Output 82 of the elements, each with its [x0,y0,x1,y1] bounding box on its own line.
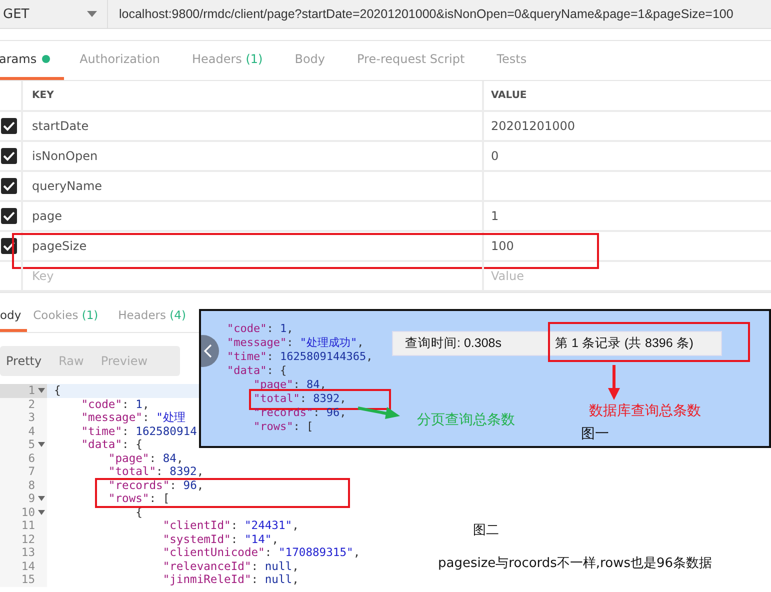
line-number: 13 [21,546,35,560]
annotation-text: 数据库查询总条数 [589,402,701,420]
code-line: "clientId": "24431", [162,519,299,532]
line-number: 6 [28,452,35,465]
url-field[interactable]: localhost:9800/rmdc/client/page?startDate=20201201000&isNonOpen=0&queryName&page=1&pageSize=100 [108,0,771,28]
code-line: "clientUnicode": "170889315", [162,546,360,560]
checkbox[interactable] [1,148,17,164]
param-key: pageSize [23,232,484,260]
code-line: "message": "处理 [80,411,185,424]
view-mode-button[interactable]: Raw [52,346,95,376]
code-line: "jinmiReleId": null, [162,573,299,586]
line-number: 10 [21,506,35,519]
tab[interactable]: Authorization [64,41,176,80]
code-line: "time": 1625809144365, [227,350,373,364]
status-text: 查询时间: 0.308s [405,335,502,352]
line-number: 4 [28,424,35,438]
code-line: "total": 8392, [227,392,373,406]
checkbox[interactable] [1,178,17,194]
line-number: 12 [21,532,35,546]
code-line: { [53,384,61,398]
code-line: "data": { [80,438,142,452]
fold-icon[interactable] [38,442,44,448]
tab[interactable]: Body [278,41,342,80]
code-line: "page": 84, [107,452,184,465]
method-dropdown[interactable]: GET [0,0,108,28]
key-input[interactable]: Key [23,262,484,290]
code-line: "time": 162580914 [80,424,197,438]
param-key: queryName [23,172,484,200]
param-value: 100 [490,238,515,255]
code-line: "rows": [ [252,420,314,434]
code-line: "records": 96, [252,406,348,420]
tab[interactable]: Cookies (1) [27,301,104,332]
value-input[interactable]: Value [484,262,771,290]
view-mode-button[interactable]: Pretty [0,346,53,376]
figure-caption: 图二 [473,522,499,539]
tab[interactable]: Headers (4) [112,301,192,332]
line-number: 8 [28,478,35,492]
view-mode-button[interactable]: Preview [94,346,159,376]
tab[interactable]: Tests [480,41,543,80]
line-number: 7 [28,465,35,478]
param-key: page [23,202,484,230]
fold-icon[interactable] [38,388,44,394]
code-line: "data": { [227,364,288,378]
arrow-icon [357,404,401,420]
tab[interactable]: Pre-request Script [341,41,481,80]
code-line: "total": 8392, [107,465,204,478]
line-number: 3 [28,411,35,424]
code-line: "rows": [ [107,492,170,506]
line-number: 2 [28,398,35,411]
param-value: 20201201000 [490,118,576,135]
line-number: 14 [21,560,35,573]
chevron-left-icon [203,344,213,358]
checkbox[interactable] [1,118,17,134]
column-header: VALUE [490,89,528,103]
caret-icon [87,11,97,17]
fold-icon[interactable] [38,496,44,502]
code-line: "records": 96, [107,478,204,492]
tab[interactable]: arams [0,41,64,80]
line-number: 9 [28,492,35,506]
tab[interactable]: ody [0,301,28,332]
param-key: isNonOpen [23,142,484,170]
code-line: "code": 1, [80,398,150,411]
arrow-icon [608,365,620,401]
line-number: 15 [21,573,35,586]
line-number: 1 [28,384,35,398]
annotation-text: pagesize与rocords不一样,rows也是96条数据 [438,555,712,572]
line-number: 11 [21,519,35,532]
status-text: 第 1 条记录 (共 8396 条) [555,335,694,352]
tab[interactable]: Headers (1) [176,41,279,80]
column-header: KEY [23,81,484,110]
param-value: 0 [490,148,500,165]
code-line: "message": "处理成功", [227,336,365,350]
fold-icon[interactable] [38,510,44,515]
checkbox[interactable] [1,208,17,224]
code-line: "code": 1, [227,322,294,336]
param-value: 1 [490,208,500,225]
code-line: "relevanceId": null, [162,560,299,573]
annotation-text: 分页查询总条数 [417,411,515,429]
figure-caption: 图一 [581,425,609,443]
line-number: 5 [28,438,35,452]
param-key: startDate [23,112,484,140]
code-line: "systemId": "14", [162,532,278,546]
